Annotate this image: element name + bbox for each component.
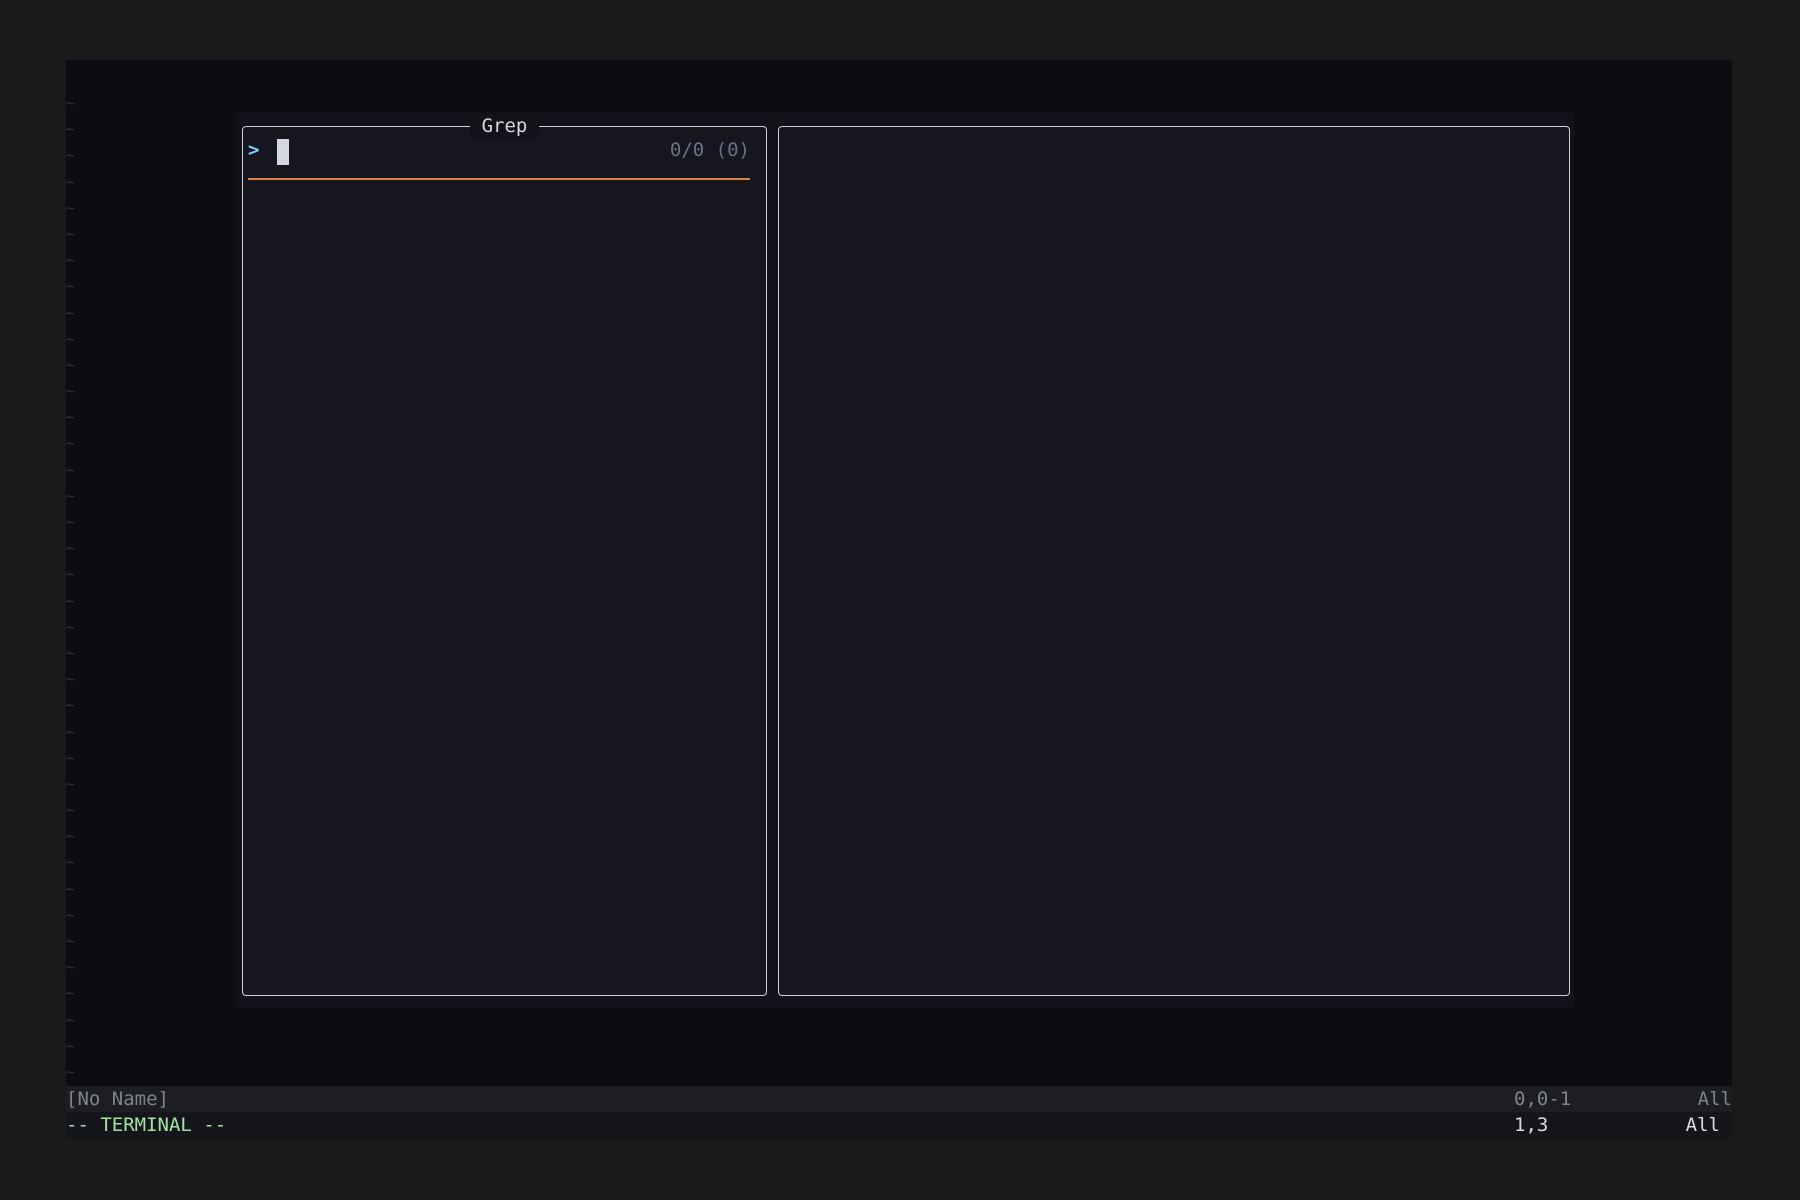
empty-line-marker: ~ — [66, 801, 76, 820]
empty-line-marker: ~ — [66, 932, 76, 950]
empty-line-marker: ~ — [66, 408, 76, 427]
empty-line-marker: ~ — [66, 513, 76, 531]
empty-line-marker: ~ — [66, 670, 76, 689]
empty-line-marker: ~ — [66, 486, 76, 505]
empty-line-marker: ~ — [66, 958, 76, 977]
empty-line-marker: ~ — [66, 1036, 76, 1055]
cmdline-scroll: All — [1685, 1114, 1720, 1136]
empty-line-marker: ~ — [66, 1062, 76, 1081]
empty-line-marker: ~ — [66, 565, 76, 584]
empty-line-marker: ~ — [66, 224, 76, 243]
command-line[interactable]: -- TERMINAL -- 1,3 All — [66, 1112, 1732, 1138]
empty-line-marker: ~ — [66, 1010, 76, 1029]
empty-line-marker: ~ — [66, 827, 76, 846]
empty-line-marker: ~ — [66, 748, 76, 767]
statusline-filename: [No Name] — [66, 1088, 169, 1110]
prompt-divider — [248, 178, 750, 180]
empty-line-marker: ~ — [66, 303, 76, 322]
empty-line-marker: ~ — [66, 382, 76, 401]
picker-title: Grep — [469, 114, 540, 138]
empty-line-marker: ~ — [66, 591, 76, 610]
empty-line-marker: ~ — [66, 905, 76, 924]
mode-indicator: -- TERMINAL -- — [66, 1114, 227, 1136]
statusline-position: 0,0-1 — [1514, 1088, 1572, 1110]
statusline-scroll: All — [1697, 1088, 1732, 1110]
statusline: [No Name] 0,0-1 All — [66, 1086, 1732, 1112]
empty-line-marker: ~ — [66, 120, 76, 139]
picker-results-pane[interactable]: Grep > 0/0 (0) — [242, 114, 767, 996]
empty-line-marker: ~ — [66, 251, 76, 270]
empty-line-marker: ~ — [66, 879, 76, 898]
empty-line-marker: ~ — [66, 722, 76, 741]
text-cursor — [277, 139, 289, 165]
empty-line-marker: ~ — [66, 696, 76, 715]
empty-line-marker: ~ — [66, 198, 76, 217]
prompt-icon: > — [248, 139, 260, 161]
empty-line-marker: ~ — [66, 434, 76, 453]
picker-prompt[interactable]: > 0/0 (0) — [248, 137, 750, 167]
empty-line-marker: ~ — [66, 329, 76, 348]
picker-preview-pane — [778, 126, 1570, 996]
match-count: 0/0 (0) — [669, 139, 750, 161]
empty-line-marker: ~ — [66, 617, 76, 636]
empty-line-marker: ~ — [66, 277, 76, 296]
empty-line-marker: ~ — [66, 853, 76, 872]
empty-line-gutter: ~ ~ ~ ~ ~ ~ ~ ~ ~ ~ ~ ~ ~ ~ ~ ~ ~ ~ ~ ~ ~ ~ ~ ~ ~ ~ ~ ~ ~ ~ ~ ~ ~ ~ ~ ~ ~ ~ — [66, 90, 86, 1085]
empty-line-marker: ~ — [66, 984, 76, 1003]
empty-line-marker: ~ — [66, 460, 76, 479]
cmdline-position: 1,3 — [1514, 1114, 1549, 1136]
empty-line-marker: ~ — [66, 172, 76, 191]
empty-line-marker: ~ — [66, 643, 76, 662]
empty-line-marker: ~ — [66, 146, 76, 165]
empty-line-marker: ~ — [66, 94, 76, 112]
empty-line-marker: ~ — [66, 774, 76, 793]
empty-line-marker: ~ — [66, 355, 76, 374]
empty-line-marker: ~ — [66, 539, 76, 558]
